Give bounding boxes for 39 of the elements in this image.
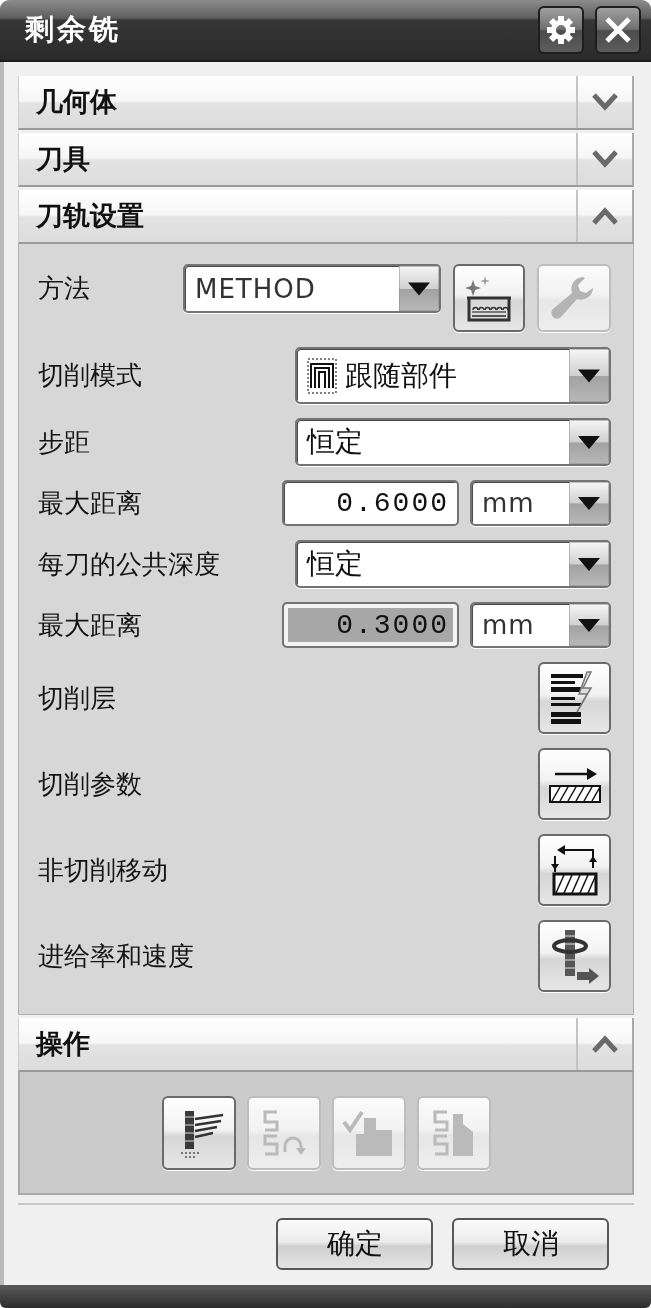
close-button[interactable] [595,6,641,54]
cancel-button[interactable]: 取消 [452,1218,609,1270]
field-label: 方法 [38,272,91,305]
field-label: 每刀的公共深度 [38,547,220,581]
field-label: 切削层 [38,681,116,715]
method-dropdown[interactable]: METHOD [183,264,441,313]
close-icon [604,16,632,44]
tool-lines-button[interactable] [161,1095,236,1170]
section-header[interactable]: 操作 [18,1018,634,1072]
field-label: 最大距离 [38,608,142,642]
option-dropdown[interactable]: 跟随部件 [295,347,611,404]
window-title: 剩余铣 [25,11,121,48]
field-label: 最大距离 [38,486,142,520]
field-label: 进给率和速度 [38,939,194,973]
non-cutting-moves-button[interactable] [538,834,611,906]
option-dropdown[interactable]: 恒定 [295,418,611,466]
field-label: 步距 [38,425,90,459]
caret-down-icon [569,420,609,464]
number-input-field[interactable]: 0.6000 [282,480,459,526]
ok-button[interactable]: 确定 [276,1218,433,1270]
field-label: 非切削移动 [38,853,168,887]
tray-sparkle-button[interactable] [453,264,525,332]
option-dropdown[interactable]: 恒定 [295,540,611,588]
caret-down-icon [569,349,609,402]
cut-levels-button[interactable] [538,662,611,734]
section-header[interactable]: 几何体 [18,76,634,130]
settings-button[interactable] [538,6,584,54]
gear-icon [546,15,576,45]
feeds-speeds-button[interactable] [538,920,611,992]
caret-down-icon [569,604,609,646]
caret-down-icon [569,482,609,524]
caret-down-icon [569,542,609,586]
unit-dropdown[interactable]: mm [470,480,611,526]
field-label: 切削模式 [38,359,142,392]
caret-down-icon [399,266,439,311]
section-header[interactable]: 刀轨设置 [18,190,634,244]
section-header[interactable]: 刀具 [18,133,634,187]
cut-parameters-button[interactable] [538,748,611,820]
field-label: 切削参数 [38,767,142,801]
